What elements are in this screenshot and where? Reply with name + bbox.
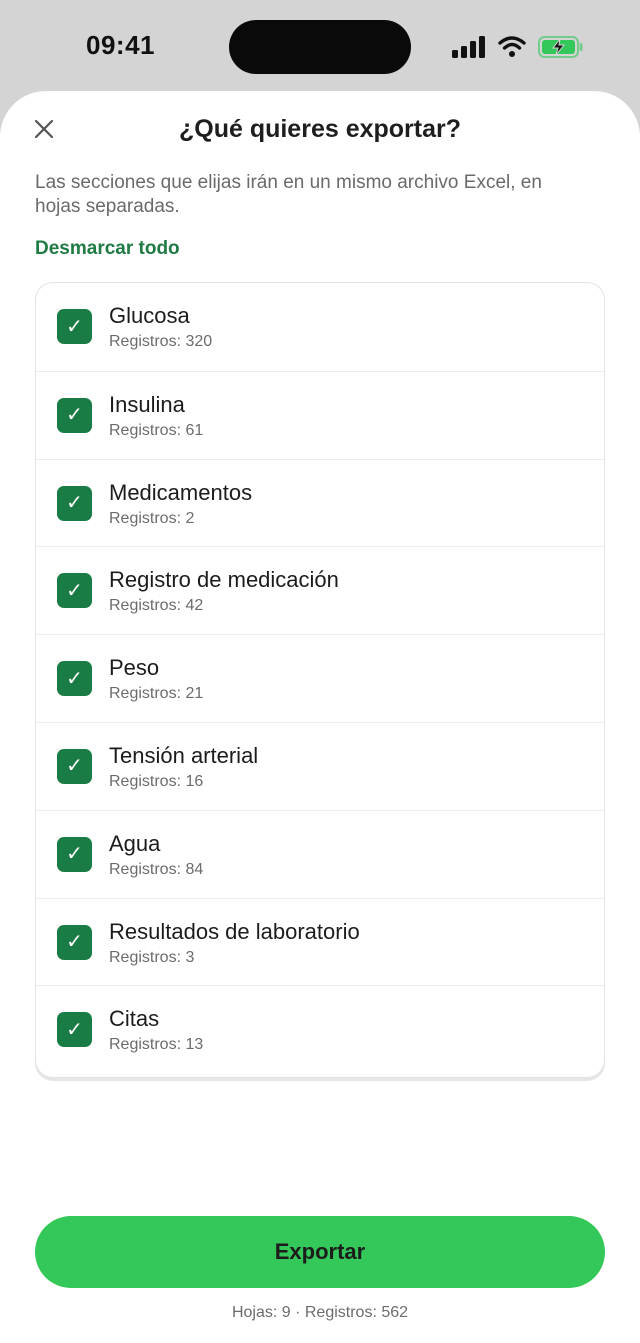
section-checkbox[interactable]: ✓ xyxy=(57,1012,92,1048)
deselect-all-link[interactable]: Desmarcar todo xyxy=(35,238,180,260)
sheet-subtitle: Las secciones que elijas irán en un mism… xyxy=(35,172,542,217)
section-row[interactable]: ✓ Medicamentos Registros: 2 xyxy=(36,458,604,547)
section-checkbox[interactable]: ✓ xyxy=(57,309,92,344)
status-bar: 09:41 xyxy=(0,0,640,92)
section-row[interactable]: ✓ Agua Registros: 84 xyxy=(36,809,604,898)
export-sheet: ¿Qué quieres exportar? Las secciones que… xyxy=(0,91,640,1343)
section-record-count: Registros: 13 xyxy=(109,1036,204,1054)
section-record-count: Registros: 84 xyxy=(109,860,204,878)
checkmark-icon: ✓ xyxy=(66,667,83,690)
checkmark-icon: ✓ xyxy=(66,755,83,778)
section-checkbox[interactable]: ✓ xyxy=(57,397,92,433)
checkmark-icon: ✓ xyxy=(66,404,83,427)
section-checkbox[interactable]: ✓ xyxy=(57,661,92,697)
section-checkbox[interactable]: ✓ xyxy=(57,485,92,521)
section-record-count: Registros: 2 xyxy=(109,509,195,527)
section-record-count: Registros: 61 xyxy=(109,421,204,439)
section-record-count: Registros: 21 xyxy=(109,685,204,703)
section-row[interactable]: ✓ Glucosa Registros: 320 xyxy=(36,283,604,371)
section-row[interactable]: ✓ Insulina Registros: 61 xyxy=(36,370,604,459)
section-name: Tensión arterial xyxy=(109,742,259,768)
checkmark-icon: ✓ xyxy=(66,579,83,602)
section-name: Glucosa xyxy=(109,303,190,328)
section-row[interactable]: ✓ Citas Registros: 13 xyxy=(36,985,604,1073)
section-row[interactable]: ✓ Registro de medicación Registros: 42 xyxy=(36,546,604,634)
section-checkbox[interactable]: ✓ xyxy=(57,836,92,872)
section-record-count: Registros: 16 xyxy=(109,772,204,790)
section-name: Citas xyxy=(109,1006,160,1032)
section-record-count: Registros: 42 xyxy=(109,597,204,615)
checkmark-icon: ✓ xyxy=(66,931,83,954)
section-row[interactable]: ✓ Resultados de laboratorio Registros: 3 xyxy=(36,897,604,986)
section-name: Medicamentos xyxy=(109,479,253,505)
wifi-icon xyxy=(498,36,526,57)
status-time: 09:41 xyxy=(86,30,155,60)
status-icons xyxy=(452,33,584,61)
checkmark-icon: ✓ xyxy=(66,492,83,515)
checkmark-icon: ✓ xyxy=(66,315,83,338)
dynamic-island xyxy=(229,20,411,74)
section-row[interactable]: ✓ Tensión arterial Registros: 16 xyxy=(36,721,604,810)
checkmark-icon: ✓ xyxy=(66,1018,83,1041)
signal-icon xyxy=(452,36,485,58)
section-checkbox[interactable]: ✓ xyxy=(57,924,92,960)
section-name: Insulina xyxy=(109,391,185,417)
section-name: Peso xyxy=(109,655,160,681)
export-summary: Hojas: 9 · Registros: 562 xyxy=(231,1304,409,1321)
section-row[interactable]: ✓ Peso Registros: 21 xyxy=(36,634,604,722)
section-checkbox[interactable]: ✓ xyxy=(57,573,92,609)
checkmark-icon: ✓ xyxy=(66,843,83,866)
sheet-title: ¿Qué quieres exportar? xyxy=(178,115,462,143)
battery-charging-icon xyxy=(538,36,583,58)
section-name: Registro de medicación xyxy=(109,567,339,593)
section-name: Agua xyxy=(109,830,161,856)
section-record-count: Registros: 320 xyxy=(109,333,213,350)
section-name: Resultados de laboratorio xyxy=(109,918,360,944)
section-record-count: Registros: 3 xyxy=(109,948,195,966)
sections-list: ✓ Glucosa Registros: 320 ✓ Insulina Registros… xyxy=(35,282,605,1078)
export-button[interactable]: Exportar xyxy=(35,1216,605,1288)
section-checkbox[interactable]: ✓ xyxy=(57,748,92,784)
